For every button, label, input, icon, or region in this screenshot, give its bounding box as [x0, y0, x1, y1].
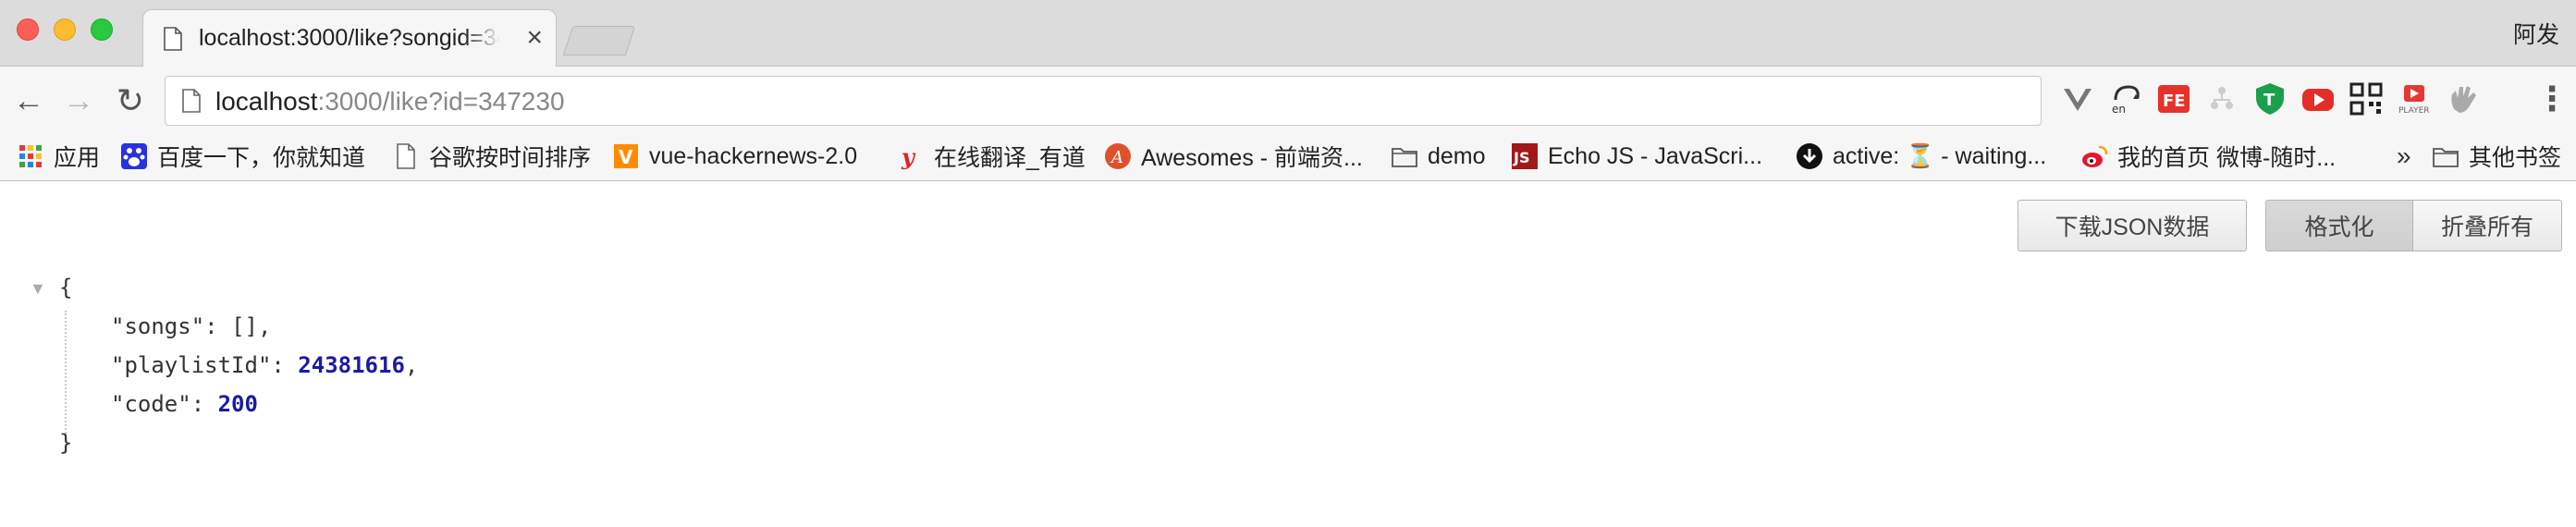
json-comma: ,: [257, 313, 272, 339]
bookmark-label: 我的首页 微博-随时...: [2117, 145, 2337, 171]
bookmark-awesomes[interactable]: A Awesomes - 前端资...: [1104, 139, 1363, 174]
svg-text:FE: FE: [2163, 92, 2186, 111]
json-close-brace: }: [59, 430, 73, 456]
tab-strip: localhost:3000/like?songid=347230 × 阿发: [0, 0, 2576, 67]
url-text[interactable]: localhost:3000/like?id=347230: [215, 87, 565, 116]
json-key: "playlistId": [111, 352, 272, 378]
page-info-icon[interactable]: [182, 89, 201, 113]
player-icon[interactable]: PLAYER: [2397, 81, 2432, 116]
maximize-window-button[interactable]: [91, 18, 113, 41]
address-bar[interactable]: localhost:3000/like?id=347230: [165, 76, 2042, 126]
fe-icon[interactable]: FE: [2156, 81, 2191, 116]
close-window-button[interactable]: [17, 18, 39, 41]
bookmark-vue-hackernews[interactable]: V vue-hackernews-2.0: [612, 139, 857, 174]
tab-title: localhost:3000/like?songid=347230: [199, 25, 500, 51]
awesomes-a-icon: A: [1105, 143, 1131, 169]
indent-guide: [65, 311, 67, 440]
bookmark-other[interactable]: 其他书签: [2432, 139, 2561, 174]
profile-name[interactable]: 阿发: [2513, 17, 2559, 50]
bookmarks-overflow-icon[interactable]: »: [2397, 139, 2411, 174]
bookmark-label: 在线翻译_有道: [934, 145, 1086, 171]
bookmark-baidu[interactable]: 百度一下，你就知道: [120, 139, 365, 174]
bookmark-apps[interactable]: 应用: [17, 139, 100, 174]
json-key: "songs": [111, 313, 205, 339]
bookmark-echojs[interactable]: JS Echo JS - JavaScri...: [1511, 139, 1762, 174]
folder-icon: [2433, 148, 2459, 167]
json-key: "code": [111, 391, 191, 417]
download-circle-icon: [1797, 143, 1822, 169]
json-line: "playlistId": 24381616,: [111, 351, 418, 379]
page-icon: [397, 143, 415, 169]
bookmark-label: 其他书签: [2469, 145, 2562, 171]
fold-all-button[interactable]: 折叠所有: [2412, 200, 2562, 251]
folder-icon: [1392, 148, 1417, 167]
svg-text:PLAYER: PLAYER: [2398, 106, 2430, 116]
active-tab[interactable]: localhost:3000/like?songid=347230 ×: [142, 9, 557, 67]
collapse-toggle-icon[interactable]: ▼: [30, 279, 46, 299]
svg-text:V: V: [619, 146, 633, 168]
svg-text:T: T: [2263, 91, 2275, 110]
bookmark-label: Awesomes - 前端资...: [1141, 145, 1363, 171]
svg-text:JS: JS: [1513, 149, 1529, 166]
json-number-value: 200: [217, 391, 258, 417]
bookmark-label: 应用: [54, 145, 101, 171]
json-sep: :: [204, 313, 232, 339]
youdao-y-icon: y: [901, 143, 916, 170]
youtube-icon[interactable]: [2300, 81, 2336, 116]
page-icon: [164, 27, 182, 51]
forward-arrow-icon[interactable]: →: [61, 83, 96, 118]
json-sep: :: [271, 352, 299, 378]
url-host: localhost: [215, 87, 318, 116]
shield-t-icon[interactable]: T: [2252, 81, 2288, 116]
bookmark-active-waiting[interactable]: active: ⏳ - waiting...: [1796, 139, 2046, 174]
json-sep: :: [190, 391, 218, 417]
hackernews-v-icon: V: [614, 144, 638, 168]
url-path: :3000/like?id=347230: [317, 87, 565, 116]
qrcode-icon[interactable]: [2349, 81, 2384, 116]
json-line: "code": 200: [111, 390, 258, 418]
translate-icon[interactable]: en: [2108, 81, 2143, 116]
bookmark-folder-demo[interactable]: demo: [1391, 139, 1486, 174]
bookmark-label: demo: [1428, 142, 1486, 169]
tree-icon[interactable]: [2204, 81, 2239, 116]
bookmark-label: active: ⏳ - waiting...: [1833, 142, 2047, 169]
svg-text:y: y: [901, 143, 916, 170]
reload-icon[interactable]: ↻: [113, 83, 148, 118]
new-tab-button[interactable]: [562, 26, 636, 55]
svg-text:A: A: [1110, 148, 1123, 167]
apps-grid-icon: [19, 145, 42, 167]
back-arrow-icon[interactable]: ←: [11, 83, 46, 118]
echojs-icon: JS: [1512, 143, 1538, 169]
weibo-icon: [2082, 145, 2108, 167]
bookmark-google-sort[interactable]: 谷歌按时间排序: [392, 139, 591, 174]
bookmark-label: 百度一下，你就知道: [157, 145, 366, 171]
json-number-value: 24381616: [298, 352, 405, 378]
bookmark-youdao[interactable]: y 在线翻译_有道: [897, 139, 1086, 174]
bookmark-label: vue-hackernews-2.0: [649, 142, 858, 169]
tab-close-icon[interactable]: ×: [526, 21, 543, 55]
minimize-window-button[interactable]: [54, 18, 76, 41]
format-button[interactable]: 格式化: [2265, 200, 2413, 251]
json-open-brace: {: [59, 275, 73, 300]
svg-text:en: en: [2112, 103, 2126, 116]
download-json-button[interactable]: 下载JSON数据: [2018, 200, 2247, 251]
hand-icon[interactable]: [2445, 81, 2480, 116]
browser-menu-icon[interactable]: ⋮: [2535, 81, 2569, 116]
vue-devtools-icon[interactable]: [2060, 81, 2095, 116]
bookmark-label: Echo JS - JavaScri...: [1548, 142, 1763, 169]
bookmark-label: 谷歌按时间排序: [429, 145, 592, 171]
baidu-paw-icon: [121, 143, 147, 169]
json-comma: ,: [404, 352, 419, 378]
bookmark-weibo[interactable]: 我的首页 微博-随时...: [2080, 139, 2336, 174]
json-line: "songs": [],: [111, 313, 271, 340]
json-value: []: [231, 313, 258, 339]
